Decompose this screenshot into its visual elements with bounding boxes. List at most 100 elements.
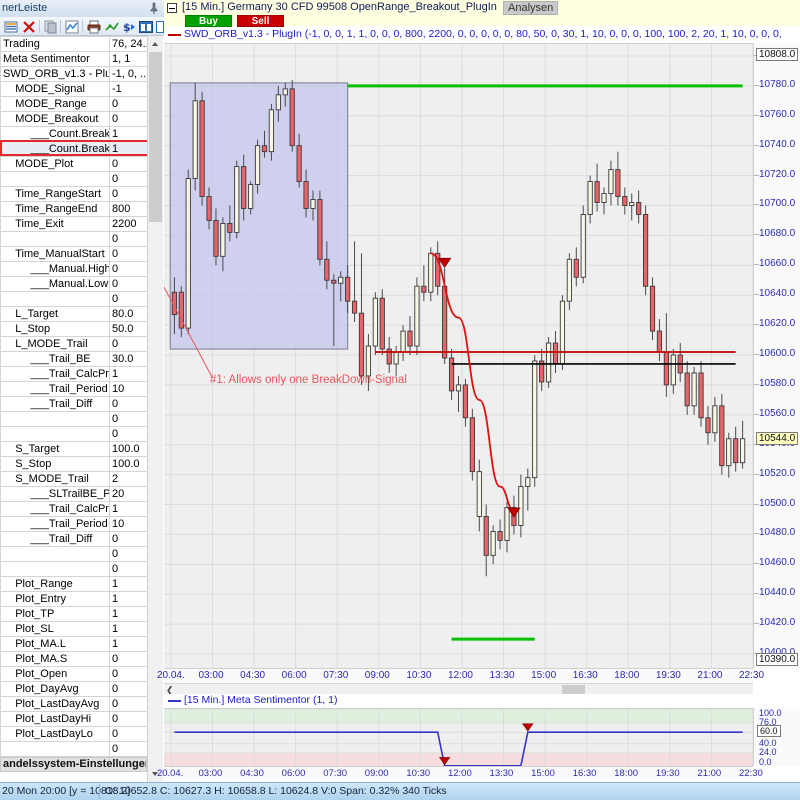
parameter-name: MODE_Plot (0, 156, 110, 172)
parameter-row[interactable]: Plot_LastDayAvg 0 (0, 696, 156, 712)
parameter-row[interactable]: Plot_Entry 1 (0, 591, 156, 607)
parameter-row[interactable]: MODE_Range 0 (0, 96, 156, 112)
chart-curve-icon[interactable] (65, 20, 79, 34)
parameter-row[interactable]: 0 (0, 291, 156, 307)
parameter-row[interactable]: Plot_LastDayLo 0 (0, 726, 156, 742)
parameter-row[interactable]: Plot_LastDayHi 0 (0, 711, 156, 727)
sentimentor-time-label: 06:00 (281, 768, 306, 779)
buy-button[interactable]: Buy (185, 15, 232, 27)
parameter-row[interactable]: 0 (0, 546, 156, 562)
sentimentor-time-label: 13:30 (489, 768, 514, 779)
time-axis[interactable]: 20.04. 03:00 04:30 06:00 07:30 09:00 10:30 12:0… (157, 668, 764, 683)
sentimentor-plot[interactable] (164, 708, 753, 766)
parameter-row[interactable]: Plot_TP 1 (0, 606, 156, 622)
parameter-row[interactable]: Plot_Open 0 (0, 666, 156, 682)
scroll-thumb[interactable] (149, 52, 162, 222)
parameter-row[interactable]: Trading 76, 24... (0, 36, 156, 52)
window-icon[interactable] (139, 20, 153, 34)
indicator-legend[interactable]: SWD_ORB_v1.3 - PlugIn (-1, 0, 0, 1, 1, 0… (164, 27, 800, 43)
parameter-row[interactable]: L_MODE_Trail 0 (0, 336, 156, 352)
parameter-row[interactable]: Time_ManualStart 0 (0, 246, 156, 262)
parameter-row[interactable]: MODE_Signal -1 (0, 81, 156, 97)
svg-text:$: $ (123, 21, 131, 34)
parameter-row[interactable]: Plot_Range 1 (0, 576, 156, 592)
sentimentor-time-label: 22:30 (739, 768, 763, 779)
parameter-row[interactable]: MODE_Breakout 0 (0, 111, 156, 127)
parameter-row[interactable]: ___Trail_Period 10 (0, 516, 156, 532)
link-icon[interactable] (105, 20, 119, 34)
parameter-name: ___Trail_CalcPrice (0, 366, 110, 382)
price-plot[interactable]: #1: Allows only one BreakDown-Signal (164, 43, 753, 668)
toolbar-separator (39, 20, 40, 33)
delete-x-icon[interactable] (22, 20, 36, 34)
parameter-row[interactable]: ___Count.BreakUp1 (0, 126, 156, 142)
parameter-row[interactable]: SWD_ORB_v1.3 - Plu... -1, 0, ... (0, 66, 156, 82)
price-tick-label: 10500.0 (759, 497, 796, 509)
parameter-name: Plot_TP (0, 606, 110, 622)
parameter-name: SWD_ORB_v1.3 - Plu... (0, 66, 110, 82)
parameter-row[interactable]: L_Stop 50.0 (0, 321, 156, 337)
settings-panel: nerLeiste $ Trading 76, 24... Meta Senti… (0, 0, 164, 782)
parameter-row[interactable]: Time_RangeEnd 800 (0, 201, 156, 217)
sell-button[interactable]: Sell (237, 15, 284, 27)
panel-icon[interactable] (156, 20, 164, 34)
toolbar-separator (60, 20, 61, 33)
scroll-up-button[interactable] (148, 36, 163, 51)
time-tick-label: 20.04. (156, 670, 185, 681)
parameter-grid[interactable]: Trading 76, 24... Meta Sentimentor 1, 1 SWD_… (0, 36, 164, 782)
parameter-row[interactable]: ___Trail_CalcPrice1 (0, 501, 156, 517)
parameter-row[interactable]: ___Trail_Diff 0 (0, 396, 156, 412)
sentimentor-time-label: 09:00 (364, 768, 389, 779)
parameter-row[interactable]: MODE_Plot 0 (0, 156, 156, 172)
parameter-row[interactable]: 0 (0, 561, 156, 577)
parameter-row[interactable]: 0 (0, 426, 156, 442)
parameter-row[interactable]: ___Manual.Low 0 (0, 276, 156, 292)
parameter-row[interactable]: 0 (0, 231, 156, 247)
parameter-row[interactable]: ___Count.BreakDn1 (0, 141, 156, 157)
print-icon[interactable] (87, 20, 101, 34)
parameter-name: Plot_Entry (0, 591, 110, 607)
list-icon[interactable] (4, 20, 18, 34)
toolbar-separator (82, 20, 83, 33)
parameter-row[interactable]: S_Stop 100.0 (0, 456, 156, 472)
time-tick-label: 19:30 (655, 670, 681, 681)
parameter-row[interactable]: 0 (0, 171, 156, 187)
parameter-row[interactable]: Time_RangeStart 0 (0, 186, 156, 202)
parameter-row[interactable]: Plot_MA.L 1 (0, 636, 156, 652)
sentimentor-time-label: 07:30 (323, 768, 348, 779)
parameter-row[interactable]: 0 (0, 411, 156, 427)
price-axis[interactable]: 10800.010780.010760.010740.010720.010700… (753, 43, 800, 668)
parameter-row[interactable]: ___Trail_Period 10 (0, 381, 156, 397)
parameter-row[interactable]: ___Trail_Diff 0 (0, 531, 156, 547)
parameter-row[interactable]: Plot_DayAvg 0 (0, 681, 156, 697)
copy-icon[interactable] (44, 20, 58, 34)
parameter-row[interactable]: S_MODE_Trail 2 (0, 471, 156, 487)
parameter-row[interactable]: ___SLTrailBE_Perc20 (0, 486, 156, 502)
sentimentor-axis[interactable]: 100.076.060.040.024.00.0 60.0 (753, 708, 800, 767)
sub-indicator-legend[interactable]: [15 Min.] Meta Sentimentor (1, 1) (164, 694, 800, 708)
parameter-row[interactable]: Plot_MA.S 0 (0, 651, 156, 667)
parameter-name (0, 546, 110, 562)
time-tick-label: 12:00 (447, 670, 473, 681)
time-tick-label: 03:00 (198, 670, 224, 681)
parameter-row[interactable]: 0 (0, 741, 156, 757)
parameter-row[interactable]: Plot_SL 1 (0, 621, 156, 637)
collapse-icon[interactable] (167, 3, 177, 13)
parameter-row[interactable]: Time_Exit 2200 (0, 216, 156, 232)
price-tick-label: 10620.0 (759, 318, 796, 330)
parameter-row[interactable]: S_Target 100.0 (0, 441, 156, 457)
parameter-row[interactable]: ___Trail_BE 30.0 (0, 351, 156, 367)
parameter-row[interactable]: ___Trail_CalcPrice1 (0, 366, 156, 382)
sentimentor-time-label: 15:00 (531, 768, 555, 779)
pin-icon[interactable] (148, 2, 160, 15)
sentimentor-time-label: 04:30 (240, 768, 264, 779)
panel-title-bar: nerLeiste (0, 0, 164, 17)
parameter-row[interactable]: ___Manual.High 0 (0, 261, 156, 277)
chart-header: [15 Min.] Germany 30 CFD 99508 OpenRange… (164, 0, 800, 27)
parameter-row[interactable]: Meta Sentimentor 1, 1 (0, 51, 156, 67)
parameter-row[interactable]: L_Target 80.0 (0, 306, 156, 322)
currency-icon[interactable]: $ (122, 20, 136, 34)
price-tick-label: 10720.0 (759, 168, 796, 180)
analysen-button[interactable]: Analysen (503, 1, 559, 15)
parameter-name: Plot_LastDayAvg (0, 696, 110, 712)
